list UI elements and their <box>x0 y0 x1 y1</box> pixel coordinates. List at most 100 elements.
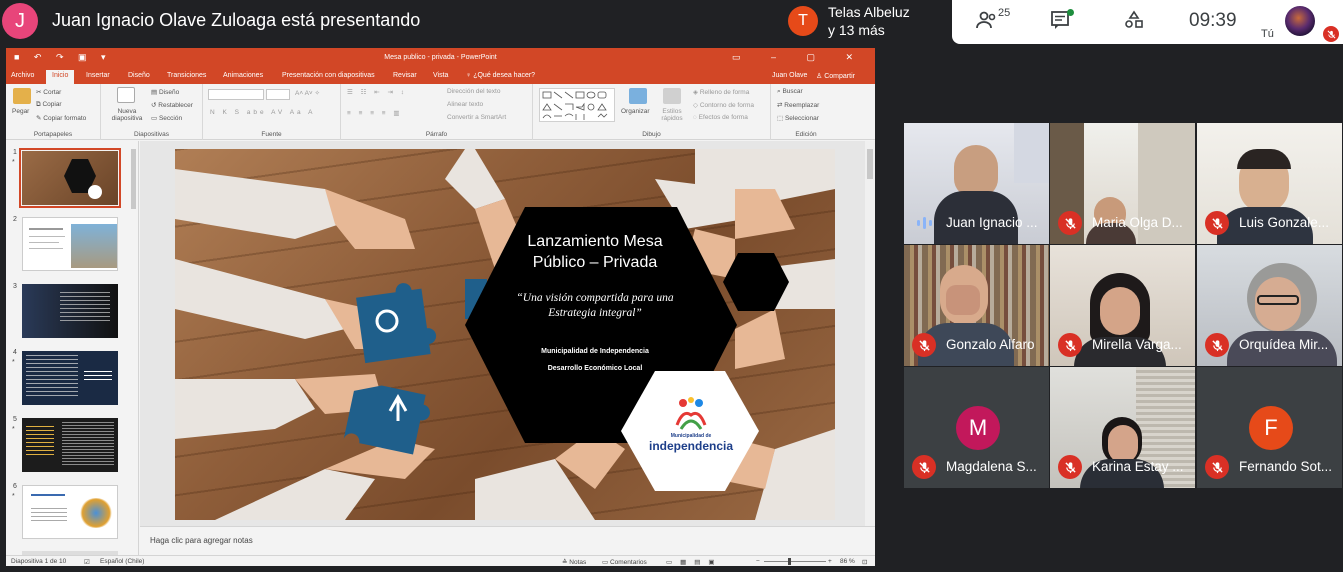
arrange-button[interactable]: Organizar <box>621 108 650 115</box>
find-button[interactable]: ⌕ Buscar <box>777 88 803 96</box>
people-icon[interactable] <box>976 10 998 35</box>
copy-button[interactable]: ⧉ Copiar <box>36 101 62 109</box>
slide-thumbnail-2[interactable] <box>22 217 118 271</box>
cut-button[interactable]: ✂ Cortar <box>36 88 61 96</box>
tab-presentacion[interactable]: Presentación con diapositivas <box>282 72 375 79</box>
window-controls[interactable]: ▭ – ▢ ✕ <box>732 52 867 63</box>
participant-name: Fernando Sot... <box>1239 459 1333 474</box>
layout-button[interactable]: ▤ Diseño <box>151 88 179 96</box>
tab-revisar[interactable]: Revisar <box>393 72 417 79</box>
new-slide-icon[interactable] <box>117 87 135 103</box>
tab-archivo[interactable]: Archivo <box>11 72 34 79</box>
tell-me-box[interactable]: ♀ ¿Qué desea hacer? <box>466 72 535 79</box>
zoom-out-button[interactable]: − <box>756 558 760 565</box>
thumb-star: * <box>12 493 15 500</box>
group-editing: ⌕ Buscar ⇄ Reemplazar ⬚ Seleccionar Edic… <box>771 84 841 140</box>
tab-animaciones[interactable]: Animaciones <box>223 72 263 79</box>
activities-icon[interactable] <box>1124 10 1144 35</box>
paste-button[interactable]: Pegar <box>12 108 29 115</box>
powerpoint-window: ■ ↶ ↷ ▣ ▾ Mesa publico - privada - Power… <box>6 48 875 566</box>
participant-tile[interactable]: M Magdalena S... <box>904 367 1049 488</box>
tab-insertar[interactable]: Insertar <box>86 72 110 79</box>
group-paragraph: ☰ ☷ ⇤ ⇥ ↕ ≡ ≡ ≡ ≡ ▥ Dirección del texto … <box>341 84 533 140</box>
share-label: Compartir <box>824 73 855 80</box>
quick-styles-button[interactable]: Estilos rápidos <box>657 108 687 122</box>
zoom-in-button[interactable]: + <box>828 558 832 565</box>
slide-thumbnail-6[interactable] <box>22 485 118 539</box>
user-name[interactable]: Juan Olave <box>772 72 807 79</box>
shape-effects-label: Efectos de forma <box>698 114 748 121</box>
zoom-level[interactable]: 86 % <box>840 558 855 565</box>
participant-tile[interactable]: Gonzalo Alfaro <box>904 245 1049 366</box>
thumb-number: 4 <box>13 349 17 356</box>
participant-tile[interactable]: Maria Olga D... <box>1050 123 1195 244</box>
select-button[interactable]: ⬚ Seleccionar <box>777 114 819 122</box>
slide-subtitle: “Una visión compartida para una Estrateg… <box>516 292 674 319</box>
notes-pane[interactable]: Haga clic para agregar notas <box>140 526 875 554</box>
paste-icon[interactable] <box>13 88 31 104</box>
shape-outline-button[interactable]: ◇ Contorno de forma <box>693 101 754 109</box>
participant-tile[interactable]: Luis Gonzale... <box>1197 123 1342 244</box>
notes-toggle[interactable]: ≙ Notas <box>562 558 586 566</box>
slide-scrollbar[interactable] <box>865 141 875 526</box>
quick-styles-icon[interactable] <box>663 88 681 104</box>
logo-big-text: independencia <box>648 439 734 453</box>
slide-thumbnail-4[interactable] <box>22 351 118 405</box>
other-presentation-pill[interactable]: T Telas Albeluz y 13 más <box>780 0 950 44</box>
font-size-field[interactable] <box>266 89 290 100</box>
muted-mic-icon <box>912 333 936 357</box>
chat-notification-dot <box>1067 9 1074 16</box>
participant-tile[interactable]: Juan Ignacio ... <box>904 123 1049 244</box>
self-avatar[interactable] <box>1285 6 1315 36</box>
shape-effects-button[interactable]: ◌ Efectos de forma <box>693 114 748 121</box>
fit-slide-icon[interactable]: ⊡ <box>862 558 867 566</box>
slide-thumbnail-1[interactable] <box>19 148 121 208</box>
comments-toggle[interactable]: ▭ Comentarios <box>602 558 647 566</box>
font-name-field[interactable] <box>208 89 264 100</box>
align-buttons[interactable]: ≡ ≡ ≡ ≡ ▥ <box>347 109 403 117</box>
other-presenter-avatar: T <box>788 6 818 36</box>
new-slide-button[interactable]: Nueva diapositiva <box>109 108 145 122</box>
section-button[interactable]: ▭ Sección <box>151 114 182 122</box>
cut-label: Cortar <box>43 89 62 96</box>
section-label: Sección <box>158 115 183 122</box>
clock: 09:39 <box>1189 10 1237 31</box>
shapes-gallery[interactable] <box>539 88 615 122</box>
arrange-icon[interactable] <box>629 88 647 104</box>
slide-thumbnail-3[interactable] <box>22 284 118 338</box>
thumbnail-scrollbar[interactable] <box>129 141 138 556</box>
view-buttons[interactable]: ▭▦▤▣ <box>666 558 723 566</box>
text-direction-button[interactable]: Dirección del texto <box>447 88 500 95</box>
font-size-arrows[interactable]: A˄ A˅ ✧ <box>295 89 320 97</box>
presenter-banner: Juan Ignacio Olave Zuloaga está presenta… <box>52 10 421 30</box>
align-text-button[interactable]: Alinear texto <box>447 101 483 108</box>
participant-tile[interactable]: Orquídea Mir... <box>1197 245 1342 366</box>
tab-inicio[interactable]: Inicio <box>46 70 75 84</box>
replace-button[interactable]: ⇄ Reemplazar <box>777 101 819 109</box>
self-muted-icon <box>1323 26 1339 42</box>
list-buttons[interactable]: ☰ ☷ ⇤ ⇥ ↕ <box>347 88 407 96</box>
format-painter-button[interactable]: ✎ Copiar formato <box>36 114 86 122</box>
language-indicator[interactable]: Español (Chile) <box>100 558 144 565</box>
reset-button[interactable]: ↺ Restablecer <box>151 101 193 109</box>
participant-tile[interactable]: Mirella Varga... <box>1050 245 1195 366</box>
participant-tile[interactable]: Karina Estay ... <box>1050 367 1195 488</box>
zoom-slider-thumb[interactable] <box>788 558 791 565</box>
tab-diseno[interactable]: Diseño <box>128 72 150 79</box>
spellcheck-icon[interactable]: ☑ <box>84 558 90 566</box>
participant-name: Maria Olga D... <box>1092 215 1183 230</box>
share-button[interactable]: ♙ Compartir <box>816 72 855 80</box>
font-format-buttons[interactable]: N K S abe AV Aa A <box>210 109 315 116</box>
participant-tile[interactable]: F Fernando Sot... <box>1197 367 1342 488</box>
slide-department: Desarrollo Económico Local <box>547 365 643 372</box>
slide-thumbnail-5[interactable] <box>22 418 118 472</box>
zoom-slider[interactable] <box>764 561 826 562</box>
shape-fill-button[interactable]: ◈ Relleno de forma <box>693 88 749 96</box>
slide-editing-area: Lanzamiento Mesa Público – Privada “Una … <box>140 141 875 526</box>
you-label: Tú <box>1261 28 1274 40</box>
tab-transiciones[interactable]: Transiciones <box>167 72 206 79</box>
tab-vista[interactable]: Vista <box>433 72 448 79</box>
editing-label: Edición <box>795 131 817 138</box>
current-slide[interactable]: Lanzamiento Mesa Público – Privada “Una … <box>175 149 835 520</box>
smartart-button[interactable]: Convertir a SmartArt <box>447 114 506 121</box>
